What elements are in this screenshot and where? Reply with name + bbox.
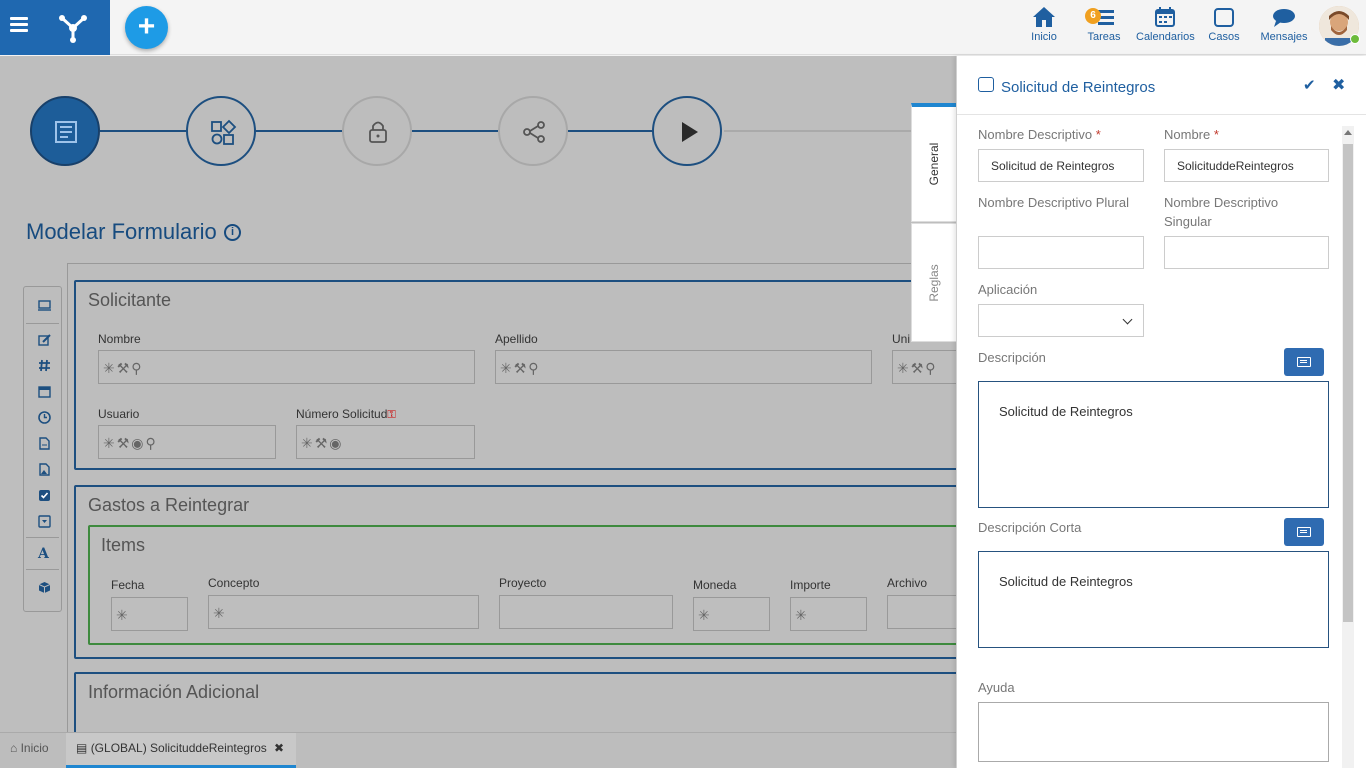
- descripcion-corta-editor-button[interactable]: [1284, 518, 1324, 546]
- step-form[interactable]: [30, 96, 100, 166]
- bottom-tab-inicio[interactable]: ⌂ Inicio: [0, 733, 64, 768]
- image-icon[interactable]: [38, 463, 51, 476]
- panel-body: Nombre Descriptivo * Solicitud de Reinte…: [957, 116, 1342, 768]
- home-icon: ⌂: [10, 741, 18, 755]
- lock-icon: [369, 121, 387, 143]
- properties-panel: Solicitud de Reintegros ✔ ✖ Nombre Descr…: [956, 56, 1366, 768]
- checkbox-icon[interactable]: [38, 489, 51, 502]
- nav-tareas[interactable]: 6 Tareas: [1085, 6, 1123, 43]
- clock-icon[interactable]: [38, 411, 51, 424]
- descripcion-editor-button[interactable]: [1284, 348, 1324, 376]
- calendar-icon: [1155, 7, 1175, 27]
- field-property-icons: ✳⚒⚲: [103, 360, 144, 376]
- edit-icon[interactable]: [38, 333, 51, 346]
- step-share[interactable]: [498, 96, 568, 166]
- panel-header: Solicitud de Reintegros ✔ ✖: [957, 56, 1366, 115]
- form-designer-area: Modelar Formulario i A Solicitante Nombr…: [0, 56, 956, 732]
- play-icon: [682, 122, 698, 142]
- column-importe[interactable]: ✳: [790, 597, 867, 631]
- step-run[interactable]: [652, 96, 722, 166]
- editor-icon: [1297, 527, 1311, 537]
- field-property-icons: ✳⚒◉⚲: [103, 435, 158, 451]
- column-proyecto[interactable]: [499, 595, 673, 629]
- nombre-descriptivo-input[interactable]: Solicitud de Reintegros: [978, 149, 1144, 182]
- scroll-up-icon[interactable]: [1344, 130, 1352, 135]
- step-security[interactable]: [342, 96, 412, 166]
- column-moneda[interactable]: ✳: [693, 597, 770, 631]
- field-numero-solicitud[interactable]: ✳⚒◉: [296, 425, 475, 459]
- section-solicitante[interactable]: Solicitante Nombre ✳⚒⚲ Apellido ✳⚒⚲ Uni …: [74, 280, 956, 470]
- section-informacion-adicional[interactable]: Información Adicional: [74, 672, 956, 732]
- step-shapes[interactable]: [186, 96, 256, 166]
- cases-icon: [1214, 8, 1234, 27]
- svg-text:A: A: [37, 546, 50, 560]
- monitor-icon[interactable]: [38, 299, 51, 312]
- panel-scrollbar[interactable]: [1342, 126, 1354, 768]
- top-bar: + Inicio 6 Tareas Calendarios Casos Mens…: [0, 0, 1366, 55]
- calendar-icon[interactable]: [38, 385, 51, 398]
- aplicacion-select[interactable]: [978, 304, 1144, 337]
- close-tab-icon[interactable]: ✖: [274, 733, 284, 763]
- column-archivo[interactable]: [887, 595, 956, 629]
- add-button[interactable]: +: [125, 6, 168, 49]
- home-icon: [1033, 7, 1055, 27]
- form-canvas: Solicitante Nombre ✳⚒⚲ Apellido ✳⚒⚲ Uni …: [67, 263, 956, 732]
- tab-general[interactable]: General: [911, 103, 957, 222]
- grid-items[interactable]: Items Fecha ✳ Concepto ✳ Proyecto Moneda…: [88, 525, 956, 645]
- nombre-descriptivo-singular-input[interactable]: [1164, 236, 1329, 269]
- key-icon: ⚿: [387, 409, 396, 421]
- field-property-icons: ✳⚒⚲: [897, 360, 938, 376]
- info-icon[interactable]: i: [224, 224, 241, 241]
- text-icon[interactable]: A: [37, 545, 52, 560]
- bottom-tab-bar: ⌂ Inicio ▤ (GLOBAL) SolicituddeReintegro…: [0, 732, 956, 768]
- form-icon: [55, 121, 77, 143]
- nav-casos[interactable]: Casos: [1208, 6, 1240, 43]
- tab-reglas[interactable]: Reglas: [911, 223, 957, 342]
- dropdown-icon[interactable]: [38, 515, 51, 528]
- nav-calendarios[interactable]: Calendarios: [1136, 6, 1195, 43]
- field-usuario[interactable]: ✳⚒◉⚲: [98, 425, 276, 459]
- section-gastos[interactable]: Gastos a Reintegrar Items Fecha ✳ Concep…: [74, 485, 956, 659]
- field-unidad[interactable]: ✳⚒⚲: [892, 350, 956, 384]
- nav-mensajes[interactable]: Mensajes: [1260, 6, 1308, 43]
- online-status-indicator: [1350, 34, 1360, 44]
- descripcion-corta-textarea[interactable]: Solicitud de Reintegros: [978, 551, 1329, 648]
- ayuda-textarea[interactable]: [978, 702, 1329, 762]
- form-icon: ▤: [76, 741, 88, 755]
- messages-icon: [1273, 9, 1295, 27]
- shapes-icon: [211, 119, 237, 145]
- field-apellido[interactable]: ✳⚒⚲: [495, 350, 872, 384]
- process-stepper: [30, 96, 956, 166]
- editor-icon: [1297, 357, 1311, 367]
- hash-icon[interactable]: [38, 359, 51, 372]
- scroll-thumb[interactable]: [1343, 144, 1353, 622]
- nombre-descriptivo-plural-input[interactable]: [978, 236, 1144, 269]
- nombre-input[interactable]: SolicituddeReintegros: [1164, 149, 1329, 182]
- form-entity-icon: [978, 77, 994, 92]
- tasks-badge: 6: [1085, 8, 1101, 24]
- cube-icon[interactable]: [38, 581, 51, 594]
- field-property-icons: ✳⚒◉: [301, 435, 344, 451]
- column-fecha[interactable]: ✳: [111, 597, 188, 631]
- column-concepto[interactable]: ✳: [208, 595, 479, 629]
- brand-area: [0, 0, 110, 55]
- logo-icon[interactable]: [56, 10, 90, 44]
- close-button[interactable]: ✖: [1332, 75, 1345, 95]
- page-title: Modelar Formulario: [26, 219, 217, 244]
- panel-title: Solicitud de Reintegros: [1001, 79, 1156, 96]
- hamburger-menu-icon[interactable]: [10, 14, 40, 40]
- document-icon[interactable]: [38, 437, 51, 450]
- descripcion-textarea[interactable]: Solicitud de Reintegros: [978, 381, 1329, 508]
- bottom-tab-global[interactable]: ▤ (GLOBAL) SolicituddeReintegros ✖: [66, 733, 296, 768]
- nav-inicio[interactable]: Inicio: [1028, 6, 1060, 43]
- confirm-button[interactable]: ✔: [1303, 76, 1316, 94]
- field-nombre[interactable]: ✳⚒⚲: [98, 350, 475, 384]
- control-toolbox: A: [23, 286, 62, 612]
- share-icon: [523, 121, 545, 143]
- field-property-icons: ✳⚒⚲: [500, 360, 541, 376]
